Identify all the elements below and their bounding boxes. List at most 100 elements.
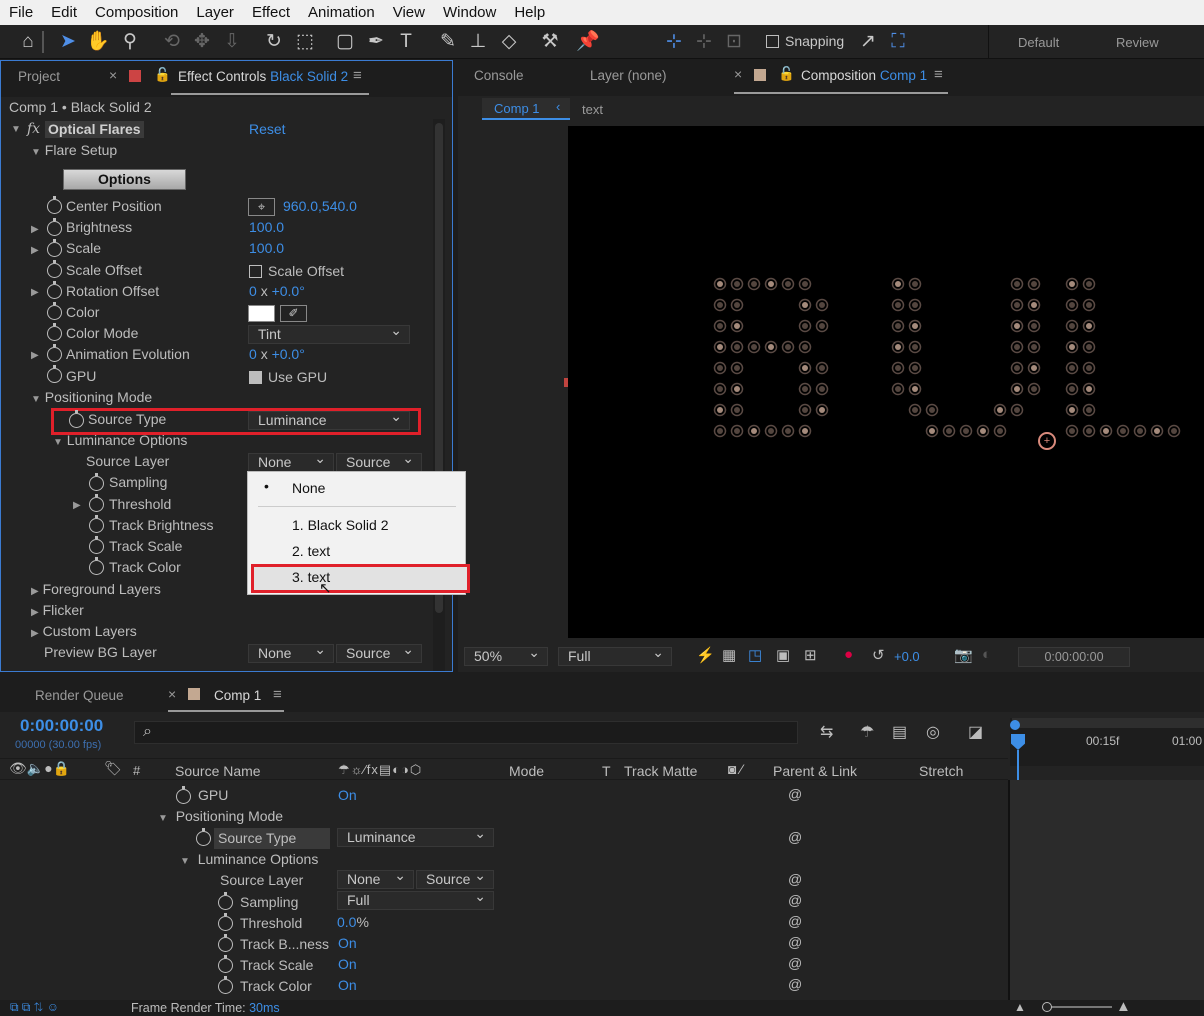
crosshair-icon[interactable]: ⌖ — [248, 198, 275, 216]
workspace-default[interactable]: Default — [1018, 35, 1059, 50]
pan-behind-tool-icon[interactable]: ⬚ — [293, 30, 317, 54]
column-stretch[interactable]: Stretch — [919, 763, 963, 779]
close-icon[interactable]: × — [109, 67, 117, 83]
transparency-grid-icon[interactable]: ▦ — [722, 646, 736, 664]
tl-source-type-dropdown[interactable]: Luminance — [337, 825, 494, 847]
dolly-tool-icon[interactable]: ⇩ — [220, 30, 244, 54]
stopwatch-icon[interactable] — [89, 473, 104, 491]
stopwatch-icon[interactable] — [47, 196, 62, 214]
zoom-dropdown[interactable]: 50% — [464, 644, 548, 666]
stopwatch-icon[interactable] — [47, 239, 62, 257]
use-gpu-checkbox[interactable]: Use GPU — [249, 367, 327, 388]
fast-previews-icon[interactable]: ⚡ — [696, 646, 715, 664]
clone-stamp-icon[interactable]: ⊥ — [466, 30, 490, 54]
stopwatch-icon[interactable] — [218, 892, 233, 910]
eraser-tool-icon[interactable]: ◇ — [497, 30, 521, 54]
panel-menu-icon[interactable]: ≡ — [353, 67, 362, 84]
work-area-bar[interactable] — [1012, 718, 1204, 728]
panel-menu-icon[interactable]: ≡ — [273, 686, 282, 703]
shy-layers-icon[interactable]: ☂ — [860, 722, 874, 742]
zoom-slider-handle[interactable] — [1042, 1002, 1052, 1012]
stopwatch-icon[interactable] — [89, 494, 104, 512]
orbit-tool-icon[interactable]: ⟲ — [160, 30, 184, 54]
tab-composition[interactable]: Composition Comp 1 — [801, 68, 927, 83]
custom-layers-group[interactable]: ▶ Custom Layers — [31, 621, 137, 642]
pen-tool-icon[interactable]: ✒ — [364, 30, 388, 54]
stopwatch-icon[interactable] — [218, 913, 233, 931]
av-switches-icons[interactable]: 👁🔈●🔒 — [9, 760, 70, 777]
rotate-tool-icon[interactable]: ↻ — [262, 30, 286, 54]
selection-tool-icon[interactable]: ➤ — [56, 30, 80, 54]
scale-offset-checkbox[interactable]: Scale Offset — [249, 261, 344, 282]
menu-help[interactable]: Help — [505, 0, 554, 25]
graph-editor-icon[interactable]: ◪ — [968, 722, 983, 742]
fx-icon[interactable]: fx — [27, 119, 40, 140]
tl-track-scale-value[interactable]: On — [338, 954, 357, 975]
tab-render-queue[interactable]: Render Queue — [35, 688, 124, 703]
brightness-value[interactable]: 100.0 — [249, 217, 284, 238]
pickwhip-icon[interactable]: @ — [788, 934, 802, 950]
status-toggle-icons[interactable]: ⧉ ⧉ ⇅ ☺ — [10, 1000, 59, 1015]
snapshot-camera-icon[interactable]: 📷 — [954, 646, 973, 664]
axis-view-icon[interactable]: ⊡ — [722, 30, 746, 54]
label-column-icon[interactable]: 🏷 — [104, 760, 122, 777]
close-icon[interactable]: × — [168, 686, 176, 702]
tl-track-brightness-value[interactable]: On — [338, 933, 357, 954]
tab-comp-1[interactable]: Comp 1 — [214, 688, 261, 703]
puppet-pin-icon[interactable]: 📌 — [576, 30, 600, 54]
zoom-slider[interactable] — [1046, 1006, 1112, 1008]
motion-blur-icon[interactable]: ◎ — [926, 722, 940, 742]
pickwhip-icon[interactable]: @ — [788, 829, 802, 845]
time-ruler[interactable]: 0f 00:15f 01:00 — [1010, 718, 1204, 766]
tl-track-color-value[interactable]: On — [338, 975, 357, 996]
chevron-right-icon[interactable]: ▶ — [31, 224, 39, 235]
color-swatch[interactable] — [248, 305, 275, 322]
timeline-track-area[interactable] — [1010, 780, 1204, 1000]
menu-composition[interactable]: Composition — [86, 0, 187, 25]
region-of-interest-icon[interactable]: ▣ — [776, 646, 790, 664]
roto-brush-icon[interactable]: ⚒ — [538, 30, 562, 54]
chevron-left-icon[interactable]: ‹ — [556, 99, 560, 114]
stopwatch-icon[interactable] — [218, 955, 233, 973]
menu-animation[interactable]: Animation — [299, 0, 384, 25]
layer-switches-icons[interactable]: ☂☼⁄fx▤◐◑⬡ — [338, 762, 422, 778]
stopwatch-icon[interactable] — [47, 365, 62, 383]
reset-exposure-icon[interactable]: ↺ — [872, 646, 885, 664]
rotation-offset-value[interactable]: 0 x +0.0° — [249, 281, 305, 302]
mask-visibility-icon[interactable]: ◳ — [748, 646, 762, 664]
tl-luminance-options-group[interactable]: ▼ Luminance Options — [180, 849, 318, 870]
workspace-review[interactable]: Review — [1116, 35, 1159, 50]
axis-world-icon[interactable]: ⊹ — [692, 30, 716, 54]
menu-view[interactable]: View — [384, 0, 434, 25]
comp-mini-flowchart-icon[interactable]: ⇆ — [820, 722, 833, 742]
pickwhip-icon[interactable]: @ — [788, 786, 802, 802]
column-mode[interactable]: Mode — [509, 763, 544, 779]
luminance-options-group[interactable]: ▼ Luminance Options — [53, 430, 187, 451]
source-layer-channel-dropdown[interactable]: Source — [336, 450, 422, 472]
column-parent-link[interactable]: Parent & Link — [773, 763, 857, 779]
viewer-canvas[interactable]: + — [568, 126, 1204, 638]
close-icon[interactable]: × — [734, 66, 742, 82]
center-position-value[interactable]: 960.0,540.0 — [283, 196, 357, 217]
chevron-right-icon[interactable]: ▶ — [31, 287, 39, 298]
hand-tool-icon[interactable]: ✋ — [86, 30, 110, 54]
tl-sampling-dropdown[interactable]: Full — [337, 888, 494, 910]
work-area-start-handle[interactable] — [1010, 720, 1020, 730]
brush-tool-icon[interactable]: ✎ — [436, 30, 460, 54]
dropdown-item-none[interactable]: None — [292, 480, 325, 496]
flare-setup-group[interactable]: ▼ Flare Setup — [31, 140, 117, 161]
current-time-display[interactable]: 0:00:00:00 — [20, 716, 103, 736]
stopwatch-icon[interactable] — [218, 976, 233, 994]
tab-layer[interactable]: Layer (none) — [590, 68, 667, 83]
pickwhip-icon[interactable]: @ — [788, 976, 802, 992]
column-track-matte[interactable]: Track Matte — [624, 763, 697, 779]
tl-source-layer-channel-dropdown[interactable]: Source — [416, 867, 494, 889]
pickwhip-icon[interactable]: @ — [788, 871, 802, 887]
stopwatch-icon[interactable] — [218, 934, 233, 952]
pickwhip-icon[interactable]: @ — [788, 955, 802, 971]
timeline-search-input[interactable]: ⌕ — [134, 721, 798, 744]
channel-icon[interactable]: ● — [844, 646, 853, 663]
menu-file[interactable]: File — [0, 0, 42, 25]
exposure-value[interactable]: +0.0 — [894, 649, 920, 664]
show-snapshot-icon[interactable]: ◐ — [982, 646, 991, 663]
